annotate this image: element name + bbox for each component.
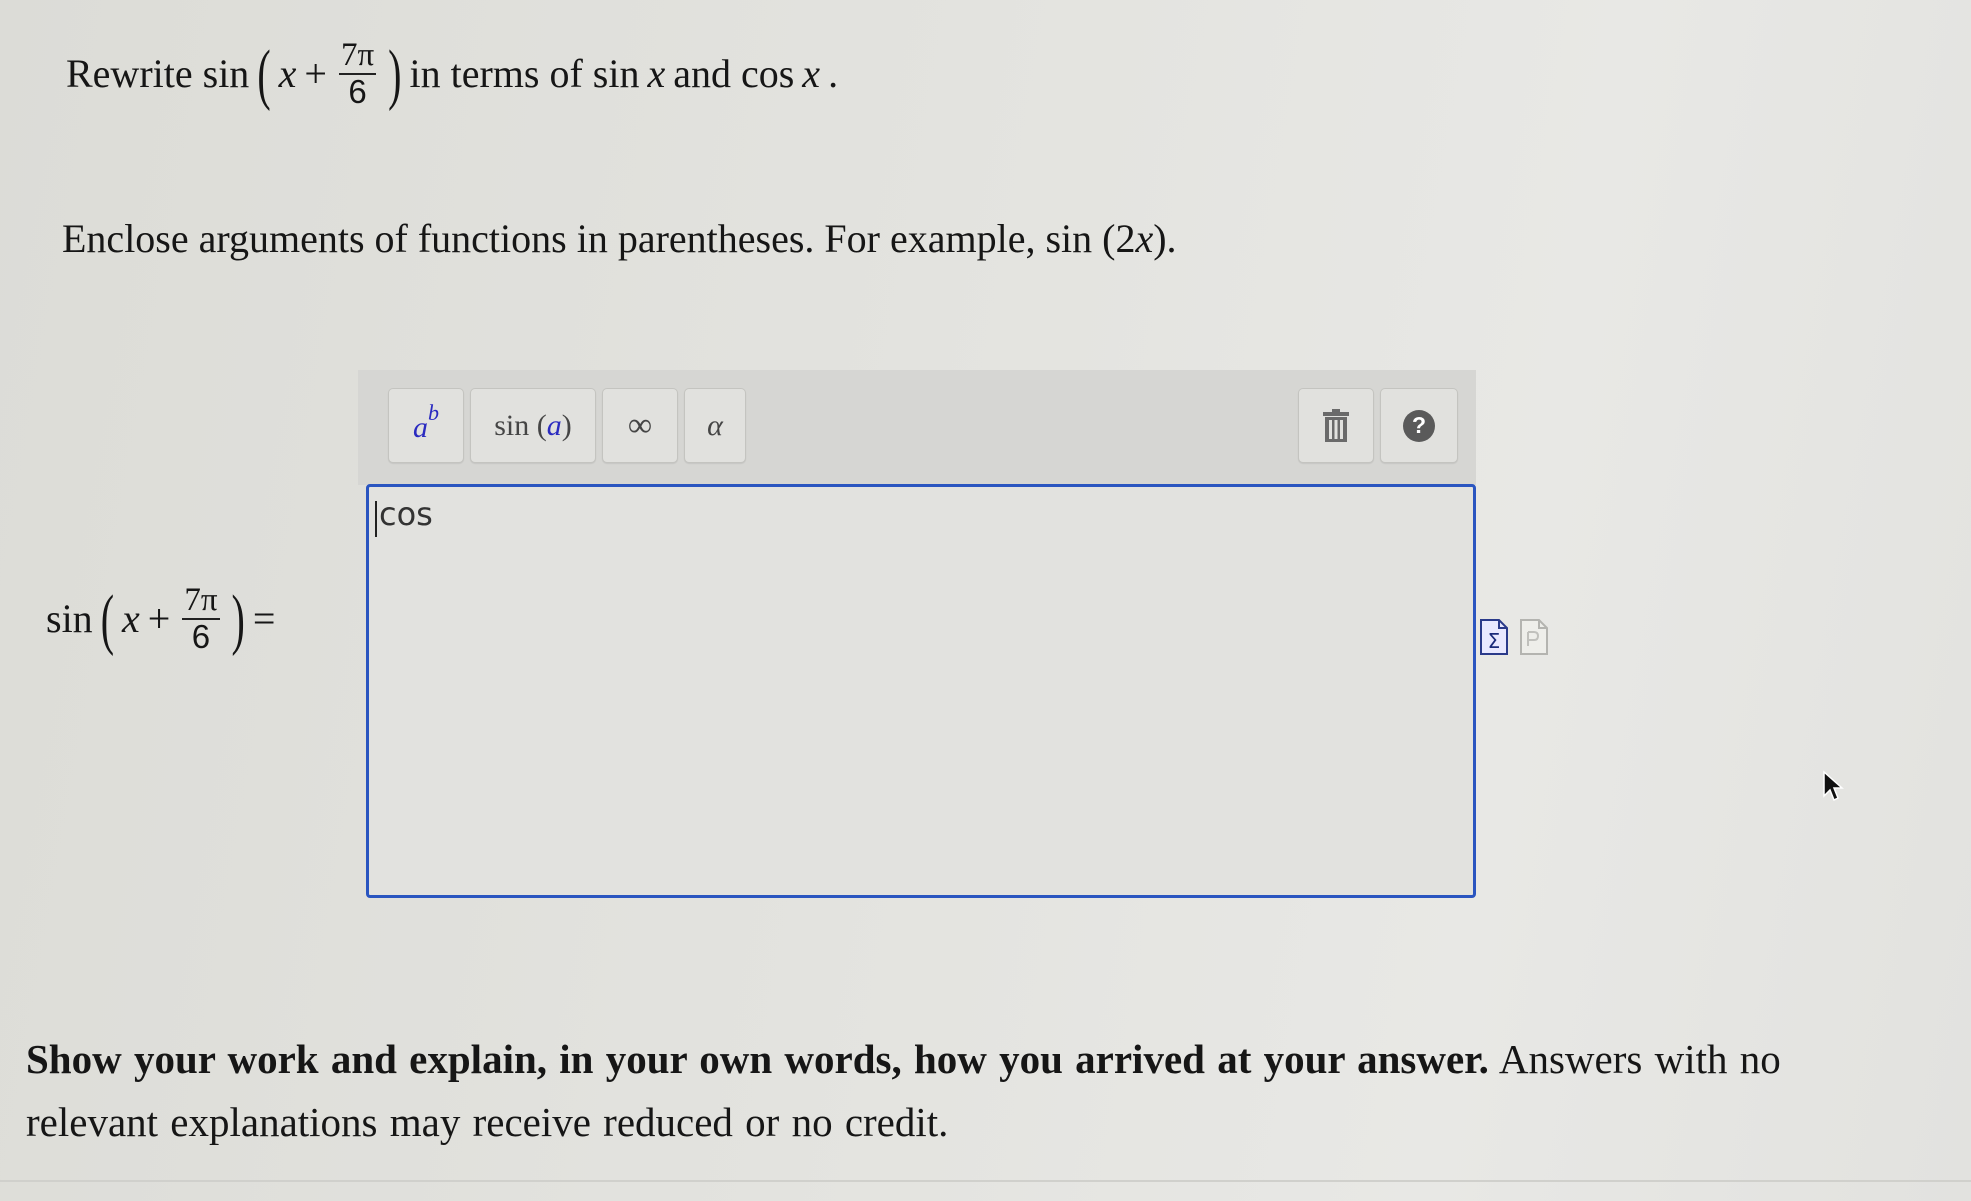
- mouse-cursor-icon: [1823, 770, 1844, 802]
- alpha-symbol: α: [707, 408, 723, 442]
- instruction-body: Enclose arguments of functions in parent…: [62, 216, 1093, 261]
- lhs-open-paren: (: [100, 580, 115, 657]
- function-label: sin: [494, 408, 530, 442]
- help-button[interactable]: ?: [1380, 388, 1458, 463]
- divider: [0, 1180, 1971, 1182]
- svg-text:Σ: Σ: [1488, 629, 1501, 653]
- fraction-numerator: 7π: [338, 37, 377, 75]
- work-instruction-bold: Show your work and explain, in your own …: [26, 1036, 1489, 1082]
- work-instruction: Show your work and explain, in your own …: [26, 1028, 1866, 1154]
- document-icon[interactable]: [1519, 618, 1549, 656]
- function-button[interactable]: sin (a): [470, 388, 596, 463]
- lhs-fraction-denominator: 6: [191, 617, 211, 655]
- equation-editor-icon[interactable]: Σ: [1479, 618, 1509, 656]
- close-paren: ): [388, 35, 402, 112]
- infinity-symbol: ∞: [627, 406, 653, 444]
- equation-editor-toolbar: ab sin (a) ∞ α ?: [358, 370, 1476, 485]
- text-caret: [375, 501, 377, 537]
- question-var: x: [278, 51, 297, 97]
- question-var-2: x: [802, 51, 821, 97]
- function-arg: a: [546, 408, 562, 442]
- lhs-fraction: 7π 6: [182, 582, 220, 655]
- lhs-var: x: [122, 596, 140, 642]
- question-text: Rewrite sin ( x + 7π 6 ) in terms of sin…: [66, 35, 839, 112]
- lhs-fraction-numerator: 7π: [182, 582, 220, 620]
- lhs-equals: =: [252, 596, 276, 642]
- question-prefix: Rewrite sin: [66, 51, 250, 97]
- open-paren: (: [257, 35, 271, 112]
- fraction-denominator: 6: [348, 72, 367, 110]
- greek-letters-button[interactable]: α: [684, 388, 746, 463]
- answer-value: cos: [379, 495, 433, 533]
- instruction-text: Enclose arguments of functions in parent…: [62, 215, 1177, 262]
- lhs-plus: +: [147, 596, 171, 642]
- question-suffix-b: and cos: [673, 51, 795, 97]
- help-icon: ?: [1403, 409, 1435, 442]
- clear-button[interactable]: [1298, 388, 1374, 463]
- lhs-func: sin: [46, 596, 93, 642]
- equation-lhs: sin ( x + 7π 6 ) =: [46, 580, 276, 657]
- trash-icon: [1323, 408, 1349, 442]
- question-var-1: x: [647, 51, 666, 97]
- instruction-example-end: ).: [1153, 216, 1177, 261]
- question-fraction: 7π 6: [338, 37, 377, 110]
- power-button[interactable]: ab: [388, 388, 464, 463]
- power-icon: ab: [413, 400, 439, 444]
- instruction-example-arg: (2: [1102, 216, 1136, 261]
- question-suffix-a: in terms of sin: [409, 51, 640, 97]
- question-plus: +: [304, 51, 327, 97]
- answer-input[interactable]: cos: [366, 484, 1476, 898]
- instruction-example-var: x: [1135, 216, 1154, 261]
- question-period: .: [828, 51, 839, 97]
- infinity-button[interactable]: ∞: [602, 388, 678, 463]
- lhs-close-paren: ): [231, 580, 245, 657]
